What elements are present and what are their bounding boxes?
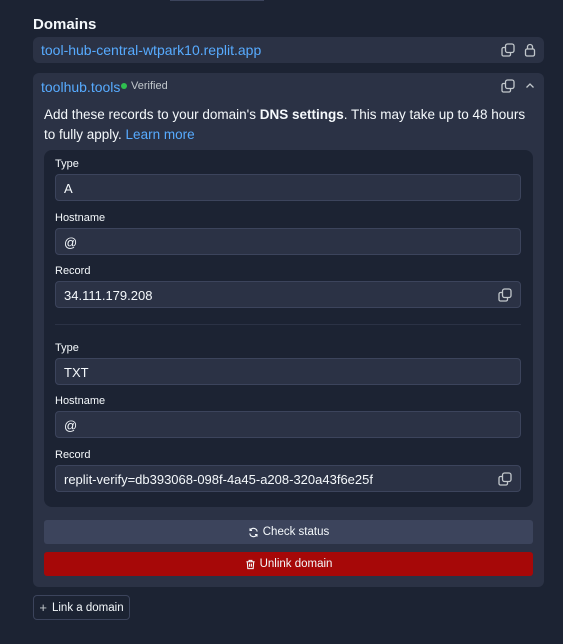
dns-records-panel: Type A Hostname @ Record 34.111.179.208 … (44, 150, 533, 507)
type-field[interactable]: TXT (55, 358, 521, 385)
copy-icon[interactable] (498, 472, 512, 486)
lock-icon (523, 43, 537, 57)
dev-domain-row: tool-hub-central-wtpark10.replit.app (33, 37, 544, 63)
refresh-icon (248, 527, 259, 538)
hostname-field[interactable]: @ (55, 411, 521, 438)
copy-icon[interactable] (501, 43, 515, 57)
status-dot-icon (121, 83, 127, 89)
link-a-domain-label: Link a domain (51, 601, 124, 614)
record-value: replit-verify=db393068-098f-4a45-a208-32… (64, 472, 373, 487)
type-label: Type (55, 158, 79, 170)
copy-icon[interactable] (501, 79, 515, 93)
custom-domain-card: toolhub.tools Verified Add these records… (33, 73, 544, 587)
record-value: 34.111.179.208 (64, 288, 153, 303)
type-label: Type (55, 342, 79, 354)
verified-badge: Verified (121, 80, 168, 92)
copy-icon[interactable] (498, 288, 512, 302)
dns-settings-emphasis: DNS settings (259, 107, 344, 122)
record-field[interactable]: 34.111.179.208 (55, 281, 521, 308)
hostname-label: Hostname (55, 395, 106, 407)
record-field[interactable]: replit-verify=db393068-098f-4a45-a208-32… (55, 465, 521, 492)
link-a-domain-button[interactable]: + Link a domain (33, 595, 130, 620)
check-status-button[interactable]: Check status (44, 520, 533, 544)
unlink-domain-label: Unlink domain (259, 558, 333, 570)
custom-domain-header[interactable]: toolhub.tools Verified (33, 73, 544, 99)
type-value: A (64, 181, 73, 196)
hostname-label: Hostname (55, 212, 106, 224)
unlink-domain-button[interactable]: Unlink domain (44, 552, 533, 576)
top-divider (170, 0, 264, 1)
custom-domain-name[interactable]: toolhub.tools (41, 79, 120, 95)
chevron-up-icon[interactable] (523, 79, 537, 93)
hostname-value: @ (64, 235, 78, 250)
type-value: TXT (64, 365, 89, 380)
learn-more-link[interactable]: Learn more (126, 127, 195, 142)
plus-icon: + (39, 600, 47, 615)
dev-domain-link[interactable]: tool-hub-central-wtpark10.replit.app (41, 42, 261, 58)
verified-label: Verified (131, 80, 168, 92)
hostname-value: @ (64, 418, 78, 433)
check-status-label: Check status (262, 526, 330, 538)
record-label: Record (55, 265, 91, 277)
trash-icon (245, 559, 256, 570)
section-title: Domains (33, 16, 97, 33)
hostname-field[interactable]: @ (55, 228, 521, 255)
type-field[interactable]: A (55, 174, 521, 201)
record-label: Record (55, 449, 91, 461)
record-divider (55, 324, 521, 325)
dns-description: Add these records to your domain's DNS s… (44, 107, 526, 142)
